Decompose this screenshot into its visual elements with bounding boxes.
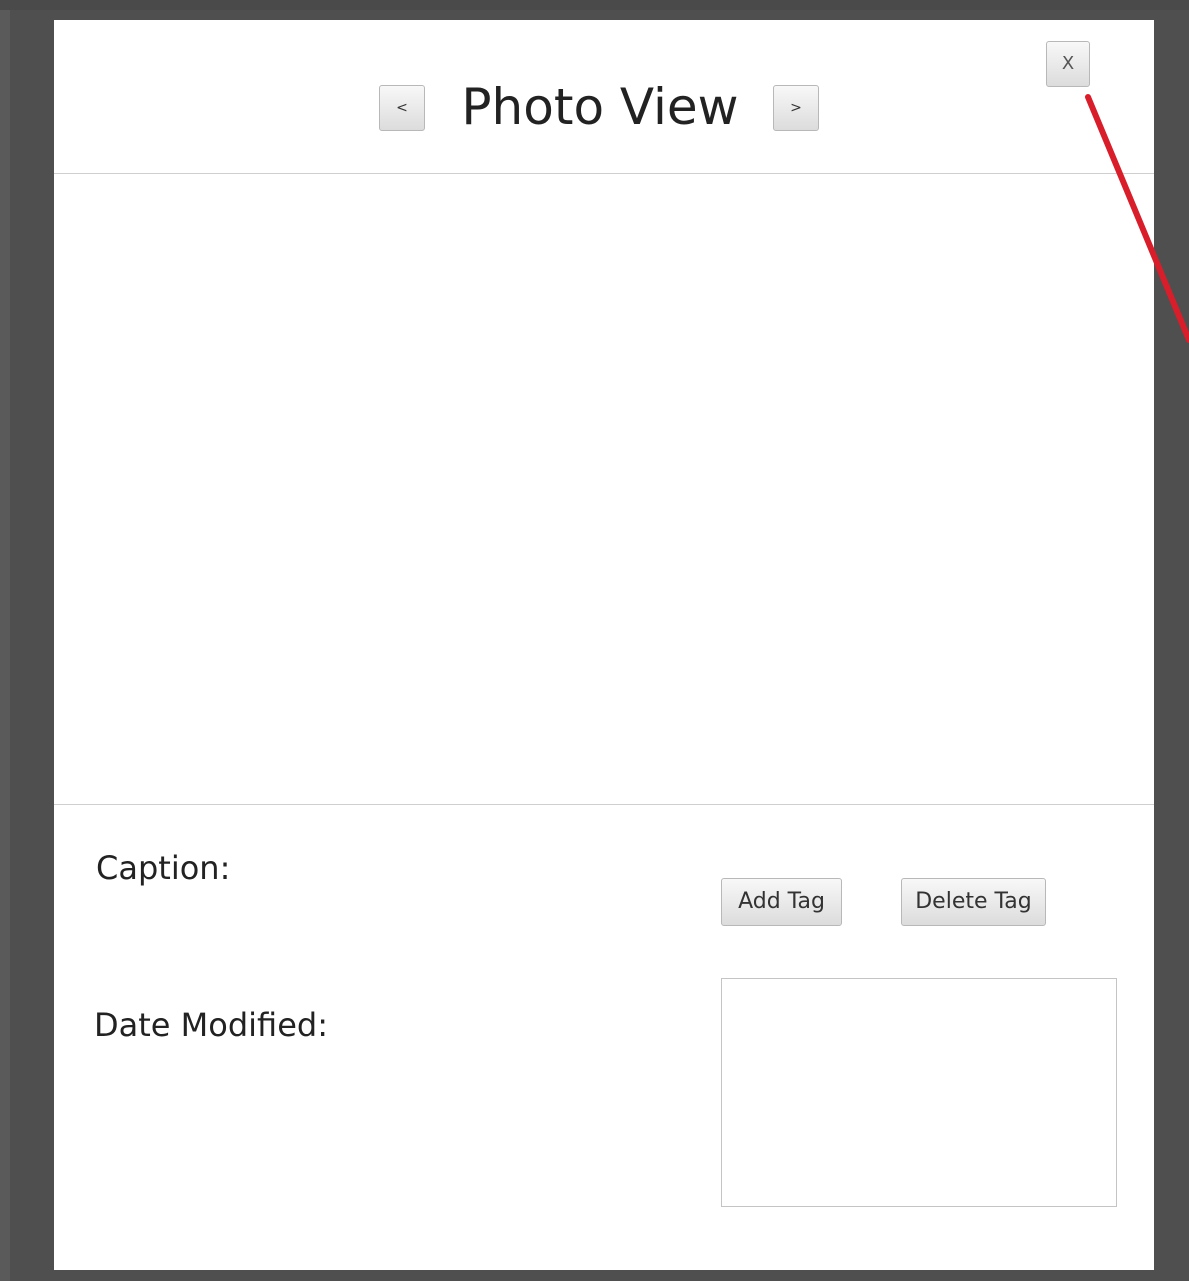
- annotation-line: [1085, 94, 1189, 343]
- red-arrow-annotation: [1085, 94, 1189, 343]
